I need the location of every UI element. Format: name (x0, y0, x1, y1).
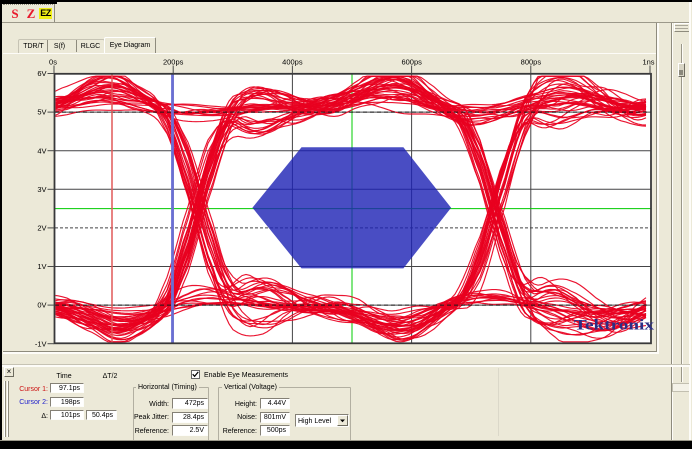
svg-text:2V: 2V (37, 224, 46, 233)
svg-text:400ps: 400ps (282, 58, 303, 67)
svg-text:1ns: 1ns (642, 58, 654, 67)
svg-text:6V: 6V (37, 69, 46, 78)
svg-text:4V: 4V (37, 146, 46, 155)
svg-text:Tektronix: Tektronix (574, 318, 655, 334)
svg-text:200ps: 200ps (163, 58, 184, 67)
svg-text:1V: 1V (37, 262, 46, 271)
svg-text:0s: 0s (49, 58, 57, 67)
svg-text:800ps: 800ps (521, 58, 542, 67)
svg-text:0V: 0V (37, 301, 46, 310)
svg-text:3V: 3V (37, 185, 46, 194)
svg-text:600ps: 600ps (401, 58, 422, 67)
svg-text:-1V: -1V (35, 339, 47, 348)
svg-text:5V: 5V (37, 108, 46, 117)
